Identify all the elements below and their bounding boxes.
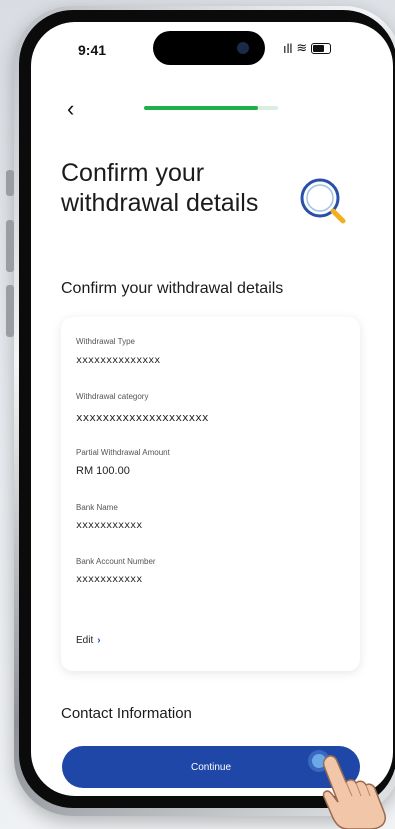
dynamic-island xyxy=(153,31,265,65)
volume-up-button xyxy=(6,220,14,272)
mute-switch xyxy=(6,170,14,196)
page-title: Confirm your withdrawal details xyxy=(61,159,259,217)
section-heading: Confirm your withdrawal details xyxy=(61,280,284,297)
bank-name-value: xxxxxxxxxxx xyxy=(76,520,143,531)
status-time: 9:41 xyxy=(78,42,107,58)
bank-account-label: Bank Account Number xyxy=(76,557,156,566)
progress-fill xyxy=(144,106,258,110)
bank-name-label: Bank Name xyxy=(76,503,118,512)
wifi-icon: ≋ xyxy=(296,40,308,55)
pointing-hand-icon xyxy=(322,755,386,829)
status-icons: ıll ≋ xyxy=(283,40,332,56)
magnifier-icon xyxy=(300,178,346,224)
edit-label: Edit xyxy=(76,635,94,646)
phone-screen: 9:41 ıll ≋ ‹ Confirm your withdrawal det… xyxy=(31,22,393,796)
withdrawal-category-label: Withdrawal category xyxy=(76,392,149,401)
status-bar: 9:41 ıll ≋ xyxy=(31,22,393,78)
volume-down-button xyxy=(6,285,14,337)
withdrawal-category-value: xxxxxxxxxxxxxxxxxxxx xyxy=(76,411,209,424)
details-card: Withdrawal Type xxxxxxxxxxxxxx Withdrawa… xyxy=(61,317,360,671)
battery-icon xyxy=(311,42,332,54)
signal-icon: ıll xyxy=(283,40,293,56)
bank-account-value: xxxxxxxxxxx xyxy=(76,574,143,585)
amount-label: Partial Withdrawal Amount xyxy=(76,448,170,457)
camera-icon xyxy=(237,42,249,54)
contact-heading: Contact Information xyxy=(61,705,192,722)
edit-button[interactable]: Edit › xyxy=(76,635,101,646)
withdrawal-type-label: Withdrawal Type xyxy=(76,337,135,346)
withdrawal-type-value: xxxxxxxxxxxxxx xyxy=(76,355,161,366)
progress-bar xyxy=(144,106,278,110)
chevron-right-icon: › xyxy=(97,635,101,646)
back-icon[interactable]: ‹ xyxy=(67,96,74,122)
amount-value: RM 100.00 xyxy=(76,465,130,477)
continue-label: Continue xyxy=(190,761,232,773)
